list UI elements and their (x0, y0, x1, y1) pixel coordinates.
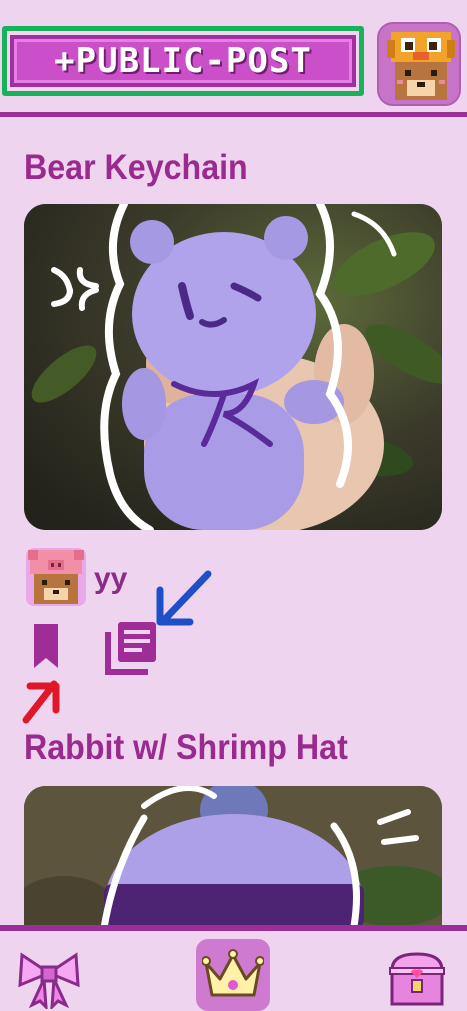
library-button[interactable] (104, 620, 160, 680)
crochet-rabbit-photo (24, 786, 442, 928)
public-post-button-label: +PUBLIC-POST (54, 41, 312, 81)
bow-icon (18, 952, 80, 1009)
duck-hat-bear-icon (379, 24, 459, 104)
profile-avatar[interactable] (377, 22, 461, 106)
author-avatar[interactable] (24, 546, 88, 608)
post-photo[interactable] (24, 204, 442, 530)
library-icon (105, 622, 156, 675)
public-post-button-face: +PUBLIC-POST (10, 35, 356, 87)
crown-icon (202, 949, 264, 997)
post-photo[interactable] (24, 786, 442, 928)
red-arrow-annotation (22, 680, 60, 724)
treasure-chest-icon (389, 952, 445, 1006)
post-title[interactable]: Bear Keychain (24, 148, 248, 188)
nav-item-chest[interactable] (380, 943, 454, 1011)
public-post-button[interactable]: +PUBLIC-POST (2, 26, 364, 96)
bottom-nav (0, 931, 467, 1011)
header: +PUBLIC-POST (0, 0, 467, 118)
app-screen: +PUBLIC-POST Bear Keychain yy Rabbit w/ … (0, 0, 467, 1011)
author-name[interactable]: yy (94, 562, 127, 596)
bookmark-button[interactable] (32, 622, 60, 674)
pig-hat-bear-icon (26, 548, 86, 606)
bookmark-icon (34, 624, 58, 668)
nav-item-bow[interactable] (12, 943, 86, 1011)
header-divider (0, 112, 467, 117)
post-title[interactable]: Rabbit w/ Shrimp Hat (24, 728, 348, 768)
crochet-bear-photo (24, 204, 442, 530)
nav-item-crown[interactable] (196, 939, 270, 1011)
blue-arrow-annotation (156, 570, 212, 626)
